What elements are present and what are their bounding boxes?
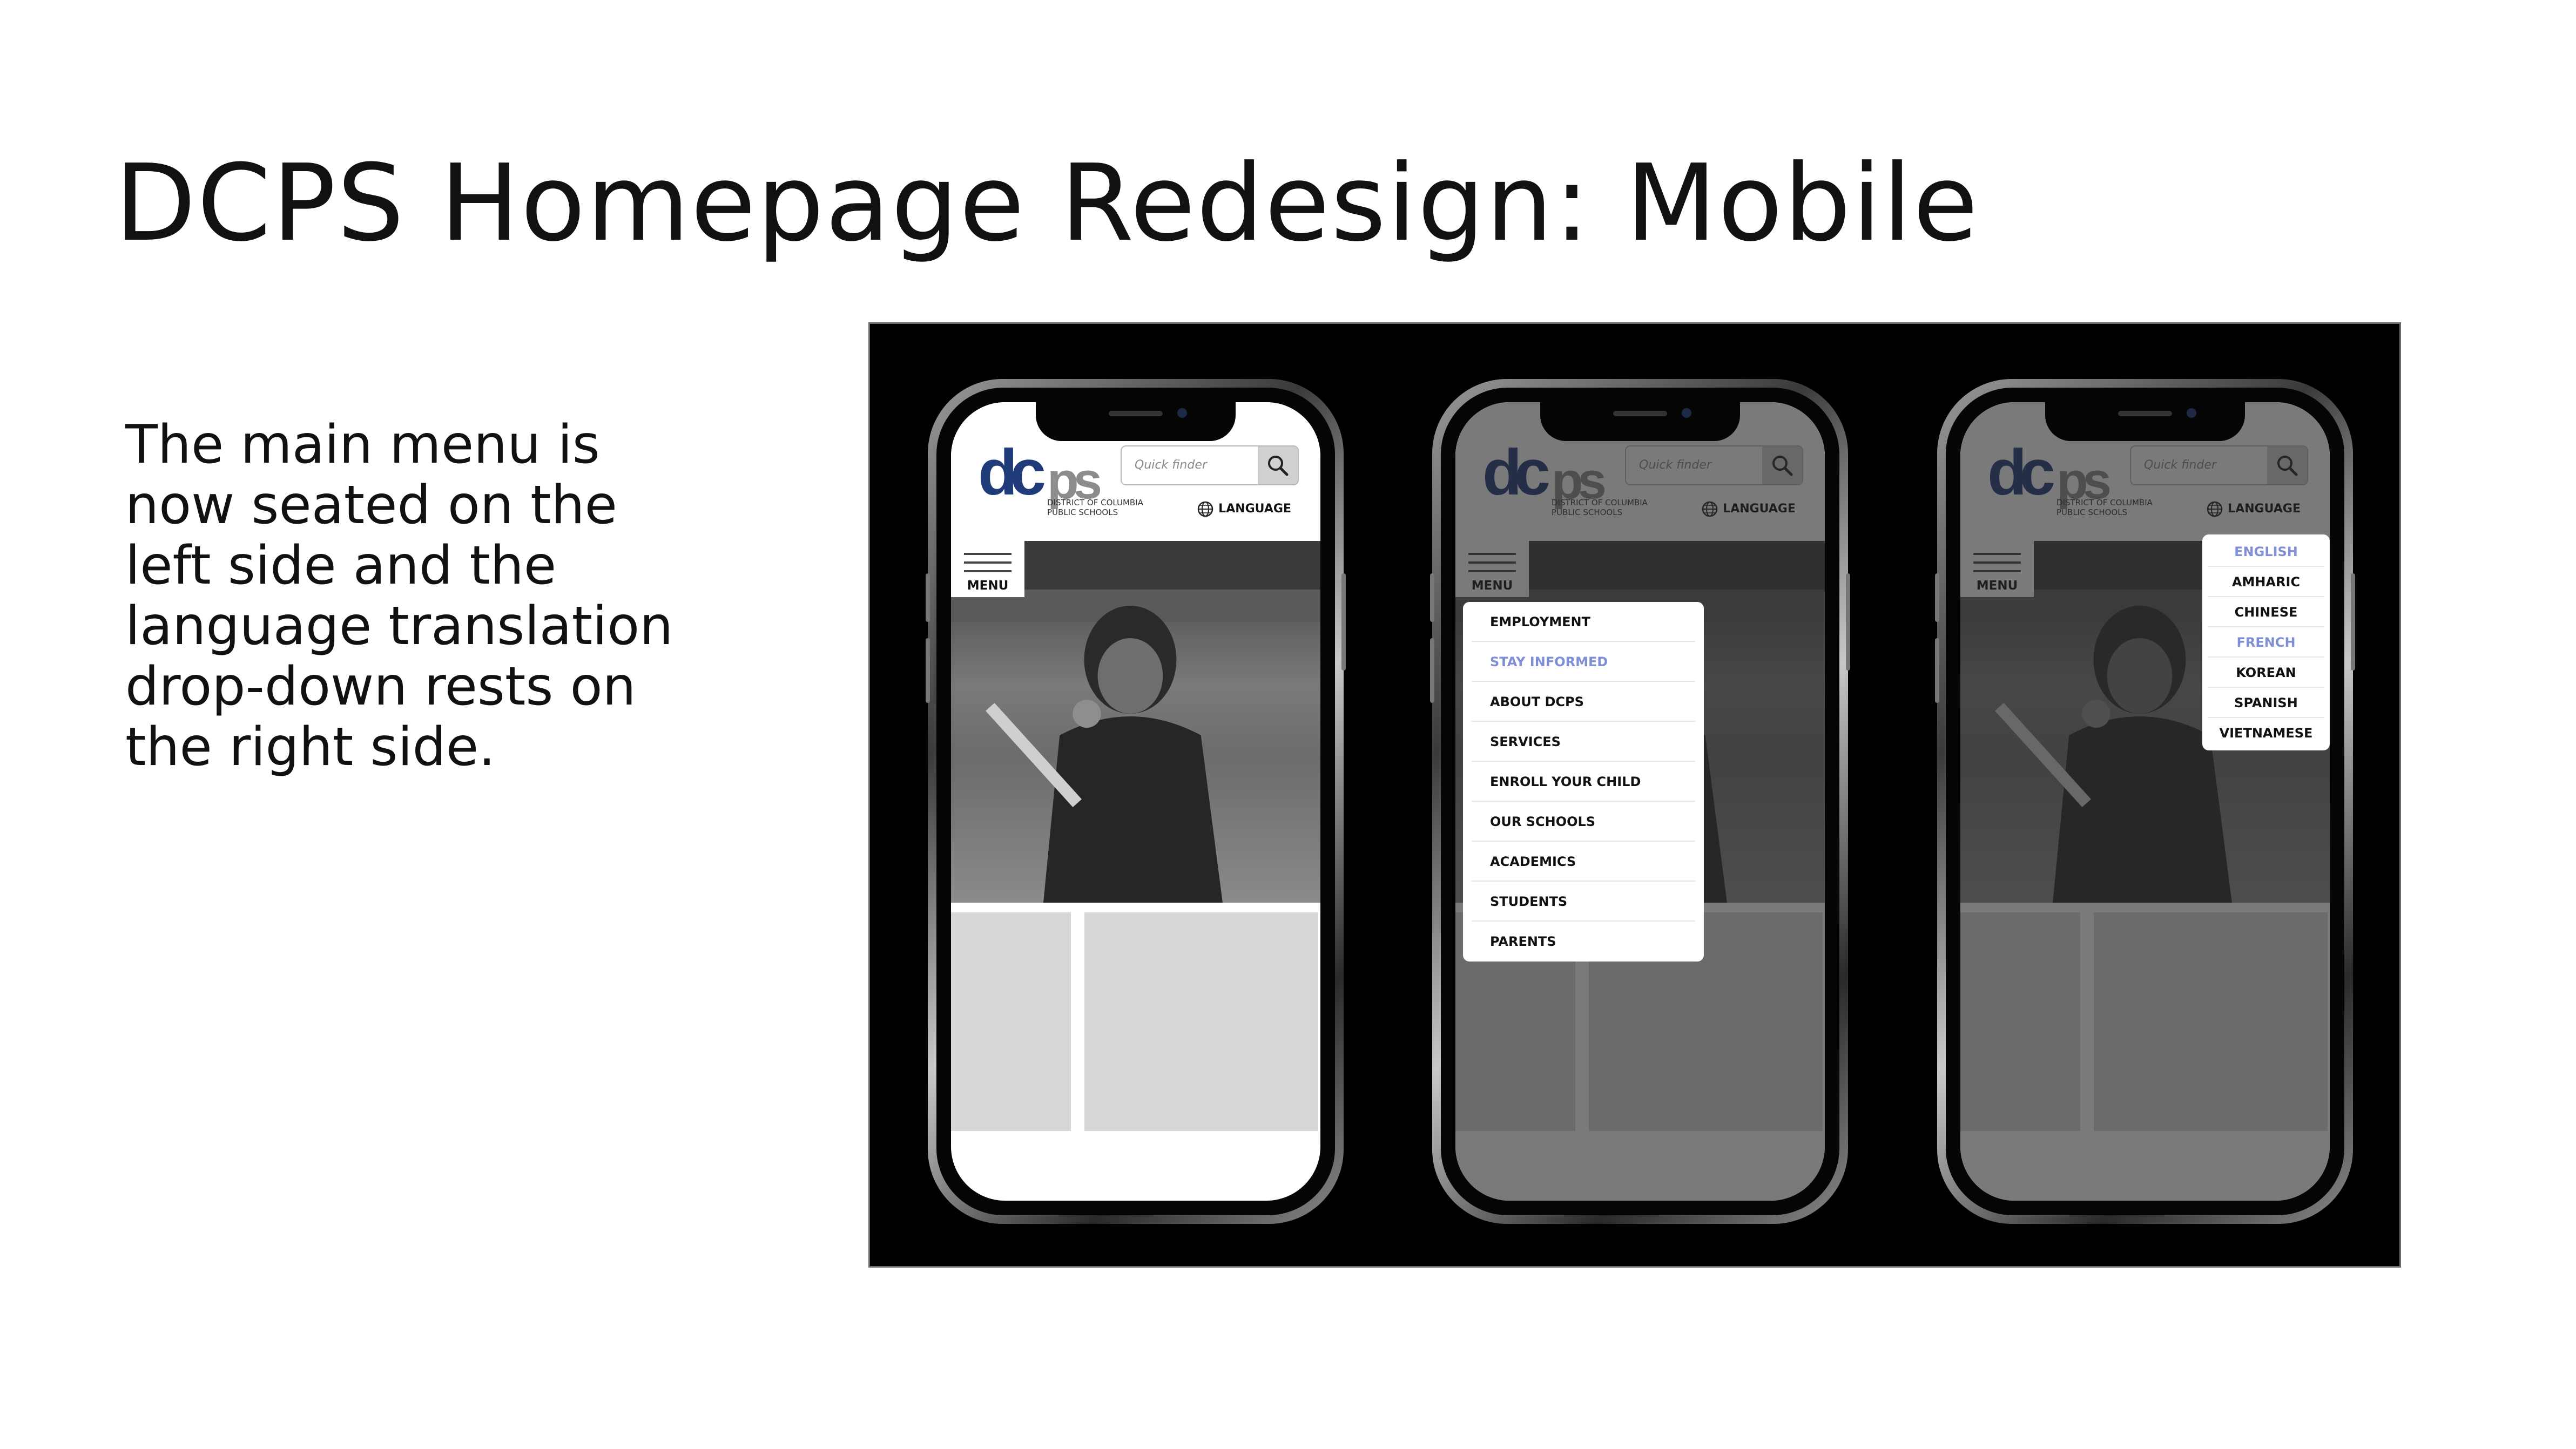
hamburger-icon <box>964 553 1011 579</box>
language-label: LANGUAGE <box>1218 502 1291 516</box>
language-option-spanish[interactable]: SPANISH <box>2208 688 2324 718</box>
menu-item-academics[interactable]: ACADEMICS <box>1472 842 1695 882</box>
main-menu-dropdown: EMPLOYMENT STAY INFORMED ABOUT DCPS SERV… <box>1463 602 1704 962</box>
slide-title: DCPS Homepage Redesign: Mobile <box>114 142 1979 265</box>
menu-item-students[interactable]: STUDENTS <box>1472 882 1695 922</box>
language-option-english[interactable]: ENGLISH <box>2208 537 2324 567</box>
dim-overlay <box>1960 402 2330 1201</box>
phone-notch <box>2045 402 2245 441</box>
language-option-chinese[interactable]: CHINESE <box>2208 597 2324 627</box>
search-icon <box>1268 456 1289 476</box>
menu-item-employment[interactable]: EMPLOYMENT <box>1472 602 1695 642</box>
phone-mockup-menu-open: dc ps DISTRICT OF COLUMBIAPUBLIC SCHOOLS… <box>1430 379 1850 1224</box>
logo-subtitle: DISTRICT OF COLUMBIAPUBLIC SCHOOLS <box>1047 498 1143 517</box>
menu-button[interactable]: MENU <box>951 541 1024 597</box>
phone-screen: dc ps DISTRICT OF COLUMBIAPUBLIC SCHOOLS… <box>1960 402 2330 1201</box>
language-option-amharic[interactable]: AMHARIC <box>2208 567 2324 597</box>
menu-item-our-schools[interactable]: OUR SCHOOLS <box>1472 802 1695 842</box>
phone-screen: dc ps DISTRICT OF COLUMBIAPUBLIC SCHOOLS… <box>1455 402 1825 1201</box>
language-selector[interactable]: LANGUAGE <box>1197 500 1291 518</box>
menu-item-parents[interactable]: PARENTS <box>1472 922 1695 962</box>
phone-screen: dc ps DISTRICT OF COLUMBIAPUBLIC SCHOOLS… <box>951 402 1320 1201</box>
quick-finder-search[interactable]: Quick finder <box>1121 445 1299 485</box>
content-card-placeholder[interactable] <box>951 912 1071 1131</box>
language-option-korean[interactable]: KOREAN <box>2208 658 2324 688</box>
content-card-placeholder[interactable] <box>1084 912 1318 1131</box>
phone-mockup-language-open: dc ps DISTRICT OF COLUMBIAPUBLIC SCHOOLS… <box>1935 379 2355 1224</box>
language-option-french[interactable]: FRENCH <box>2208 627 2324 658</box>
globe-icon <box>1197 501 1213 517</box>
phone-mockup-default: dc ps DISTRICT OF COLUMBIA PUBLIC SCHOOLS… <box>926 379 1346 1224</box>
menu-label: MENU <box>967 579 1009 593</box>
menu-item-services[interactable]: SERVICES <box>1472 722 1695 762</box>
slide-description: The main menu is now seated on the left … <box>125 414 673 778</box>
phone-notch <box>1540 402 1740 441</box>
mockup-panel: dc ps DISTRICT OF COLUMBIA PUBLIC SCHOOLS… <box>868 322 2401 1268</box>
search-button[interactable] <box>1258 446 1298 484</box>
menu-item-stay-informed[interactable]: STAY INFORMED <box>1472 642 1695 682</box>
menu-item-about-dcps[interactable]: ABOUT DCPS <box>1472 682 1695 722</box>
phone-notch <box>1036 402 1236 441</box>
search-input[interactable]: Quick finder <box>1135 458 1207 472</box>
language-option-vietnamese[interactable]: VIETNAMESE <box>2208 718 2324 748</box>
logo-dc: dc <box>978 436 1046 509</box>
language-dropdown: ENGLISH AMHARIC CHINESE FRENCH KOREAN SP… <box>2202 534 2330 750</box>
menu-item-enroll-your-child[interactable]: ENROLL YOUR CHILD <box>1472 762 1695 802</box>
